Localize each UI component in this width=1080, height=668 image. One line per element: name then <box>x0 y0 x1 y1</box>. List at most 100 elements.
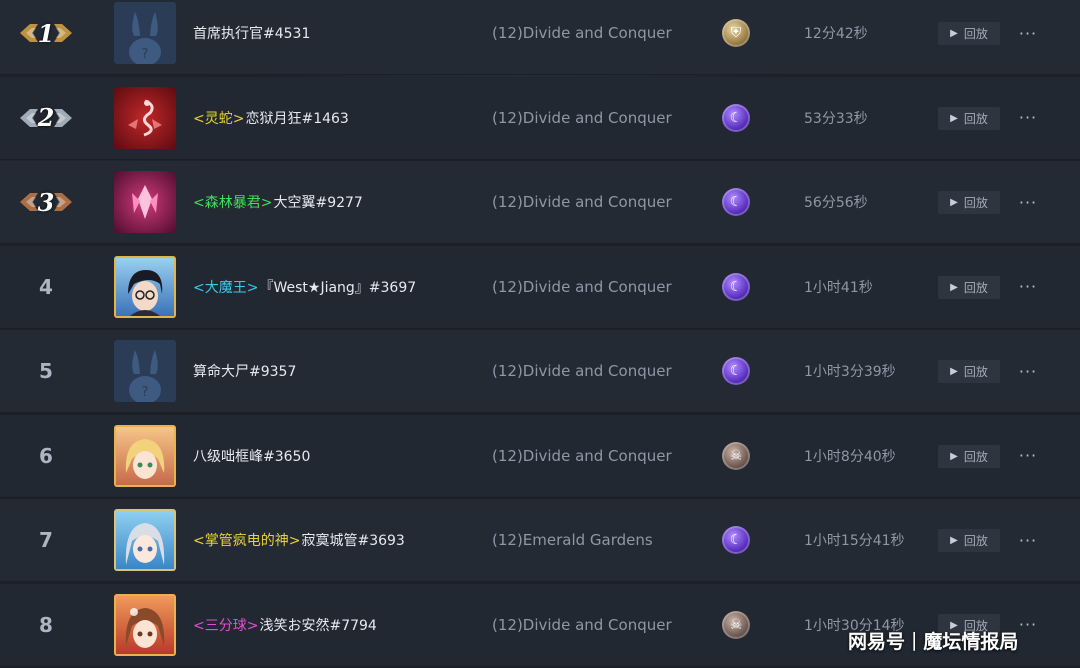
map-name: (12)Divide and Conquer <box>492 24 672 42</box>
night-elf-icon: ☾ <box>722 272 750 301</box>
leaderboard-row-6[interactable]: 6 八级咄框峰#3650 (12)Divide and Conquer ☠ 1小… <box>0 414 1080 498</box>
replay-label: 回放 <box>963 27 988 41</box>
bronze-medal-icon: 3 <box>16 187 76 217</box>
undead-icon: ☠ <box>722 610 750 639</box>
anime-girl-silver-avatar[interactable] <box>114 509 176 571</box>
map-name: (12)Divide and Conquer <box>492 446 672 465</box>
clan-tag: <三分球> <box>193 617 259 634</box>
rank-number: 6 <box>39 443 53 468</box>
svg-text:?: ? <box>142 385 149 400</box>
player-name: 算命大尸#9357 <box>193 364 297 380</box>
player-name: 首席执行官#4531 <box>193 26 311 42</box>
replay-button[interactable]: ▶ 回放 <box>938 529 1000 552</box>
player-name-cell[interactable]: <三分球> 浅笑お安然#7794 <box>193 584 377 666</box>
red-serpent-avatar[interactable] <box>114 86 176 149</box>
leaderboard-row-3[interactable]: 3 <森林暴君> 大空翼#9277 (12)Divide and Conquer… <box>0 161 1080 244</box>
more-options-button[interactable]: ··· <box>1017 107 1039 129</box>
leaderboard: 1 ? 首席执行官#4531 (12)Divide and Conquer ⛨ … <box>0 0 1080 668</box>
leaderboard-row-7[interactable]: 7 <掌管疯电的神> 寂寞城管#3693 (12)Emerald Gardens… <box>0 499 1080 582</box>
rank-cell: 1 <box>14 0 78 74</box>
clan-tag: <森林暴君> <box>193 195 273 211</box>
player-name: 恋狱月狂#1463 <box>245 110 349 127</box>
player-name-cell[interactable]: 首席执行官#4531 <box>193 0 310 74</box>
watermark-source: 网易号 <box>848 630 906 653</box>
more-options-button[interactable]: ··· <box>1017 529 1039 551</box>
map-name: (12)Divide and Conquer <box>492 362 672 380</box>
more-options-button[interactable]: ··· <box>1017 276 1039 298</box>
player-name-cell[interactable]: <掌管疯电的神> 寂寞城管#3693 <box>193 499 405 581</box>
replay-label: 回放 <box>963 365 988 379</box>
replay-label: 回放 <box>963 196 988 210</box>
leaderboard-row-2[interactable]: 2 <灵蛇> 恋狱月狂#1463 (12)Divide and Conquer … <box>0 76 1080 160</box>
game-duration: 1小时41秒 <box>804 279 873 296</box>
replay-label: 回放 <box>963 280 988 295</box>
night-elf-icon: ☾ <box>722 526 750 554</box>
leaderboard-row-1[interactable]: 1 ? 首席执行官#4531 (12)Divide and Conquer ⛨ … <box>0 0 1080 75</box>
play-icon: ▶ <box>950 112 958 124</box>
default-rabbit-avatar[interactable]: ? <box>114 2 176 64</box>
player-name-cell[interactable]: 八级咄框峰#3650 <box>193 415 310 497</box>
game-duration: 53分33秒 <box>804 110 868 127</box>
replay-button[interactable]: ▶ 回放 <box>938 106 1000 130</box>
more-options-button[interactable]: ··· <box>1017 614 1039 636</box>
map-name: (12)Divide and Conquer <box>492 108 672 127</box>
replay-label: 回放 <box>963 534 988 548</box>
night-elf-icon: ☾ <box>722 357 750 385</box>
player-name-cell[interactable]: <灵蛇> 恋狱月狂#1463 <box>193 77 349 159</box>
anime-boy-glasses-avatar[interactable] <box>114 255 176 318</box>
player-name-cell[interactable]: <森林暴君> 大空翼#9277 <box>193 161 363 243</box>
map-name: (12)Divide and Conquer <box>492 277 672 296</box>
gold-medal-icon: 1 <box>16 18 76 48</box>
leaderboard-row-5[interactable]: 5 ? 算命大尸#9357 (12)Divide and Conquer ☾ 1… <box>0 330 1080 413</box>
rank-cell: 3 <box>14 161 78 243</box>
replay-button[interactable]: ▶ 回放 <box>938 444 1000 468</box>
replay-button[interactable]: ▶ 回放 <box>938 191 1000 214</box>
map-name: (12)Divide and Conquer <box>492 193 672 211</box>
clan-tag: <大魔王> <box>193 279 259 296</box>
replay-button[interactable]: ▶ 回放 <box>938 275 1000 299</box>
replay-button[interactable]: ▶ 回放 <box>938 360 1000 383</box>
watermark-author: 魔坛情报局 <box>923 630 1019 653</box>
human-icon: ⛨ <box>722 19 750 47</box>
watermark-separator: | <box>911 629 918 651</box>
play-icon: ▶ <box>950 28 958 39</box>
svg-text:?: ? <box>142 47 149 62</box>
more-options-button[interactable]: ··· <box>1017 191 1039 213</box>
game-duration: 12分42秒 <box>804 26 868 42</box>
rank-number: 3 <box>37 187 55 217</box>
player-name: 八级咄框峰#3650 <box>193 448 311 465</box>
anime-girl-blonde-avatar[interactable] <box>114 424 176 487</box>
night-elf-icon: ☾ <box>722 103 750 132</box>
game-duration: 56分56秒 <box>804 195 868 211</box>
player-name: 大空翼#9277 <box>273 195 363 211</box>
replay-button[interactable]: ▶ 回放 <box>938 22 1000 45</box>
leaderboard-row-4[interactable]: 4 <大魔王> 『West★Jiang』#3697 (12)Divide and… <box>0 245 1080 329</box>
more-options-button[interactable]: ··· <box>1017 22 1039 44</box>
anime-girl-brown-avatar[interactable] <box>114 593 176 656</box>
pink-crystal-avatar[interactable] <box>114 171 176 233</box>
rank-number: 5 <box>39 359 53 383</box>
rank-cell: 2 <box>14 77 78 159</box>
play-icon: ▶ <box>950 535 958 546</box>
player-name: 寂寞城管#3693 <box>301 533 405 549</box>
game-duration: 1小时8分40秒 <box>804 448 896 465</box>
rank-number: 7 <box>39 528 53 552</box>
rank-number: 4 <box>39 274 53 299</box>
more-options-button[interactable]: ··· <box>1017 445 1039 467</box>
map-name: (12)Emerald Gardens <box>492 531 653 549</box>
player-name-cell[interactable]: 算命大尸#9357 <box>193 330 296 412</box>
player-name-cell[interactable]: <大魔王> 『West★Jiang』#3697 <box>193 246 416 328</box>
map-name: (12)Divide and Conquer <box>492 615 672 634</box>
play-icon: ▶ <box>950 281 958 293</box>
more-options-button[interactable]: ··· <box>1017 360 1039 382</box>
rank-number: 1 <box>37 18 55 48</box>
player-name: 『West★Jiang』#3697 <box>259 279 417 296</box>
clan-tag: <灵蛇> <box>193 110 245 127</box>
default-rabbit-avatar[interactable]: ? <box>114 340 176 402</box>
rank-number: 8 <box>39 612 53 637</box>
player-name: 浅笑お安然#7794 <box>259 617 377 634</box>
replay-label: 回放 <box>963 449 988 464</box>
undead-icon: ☠ <box>722 441 750 470</box>
play-icon: ▶ <box>950 366 958 377</box>
leaderboard-row-8[interactable]: 8 <三分球> 浅笑お安然#7794 (12)Divide and Conque… <box>0 583 1080 667</box>
